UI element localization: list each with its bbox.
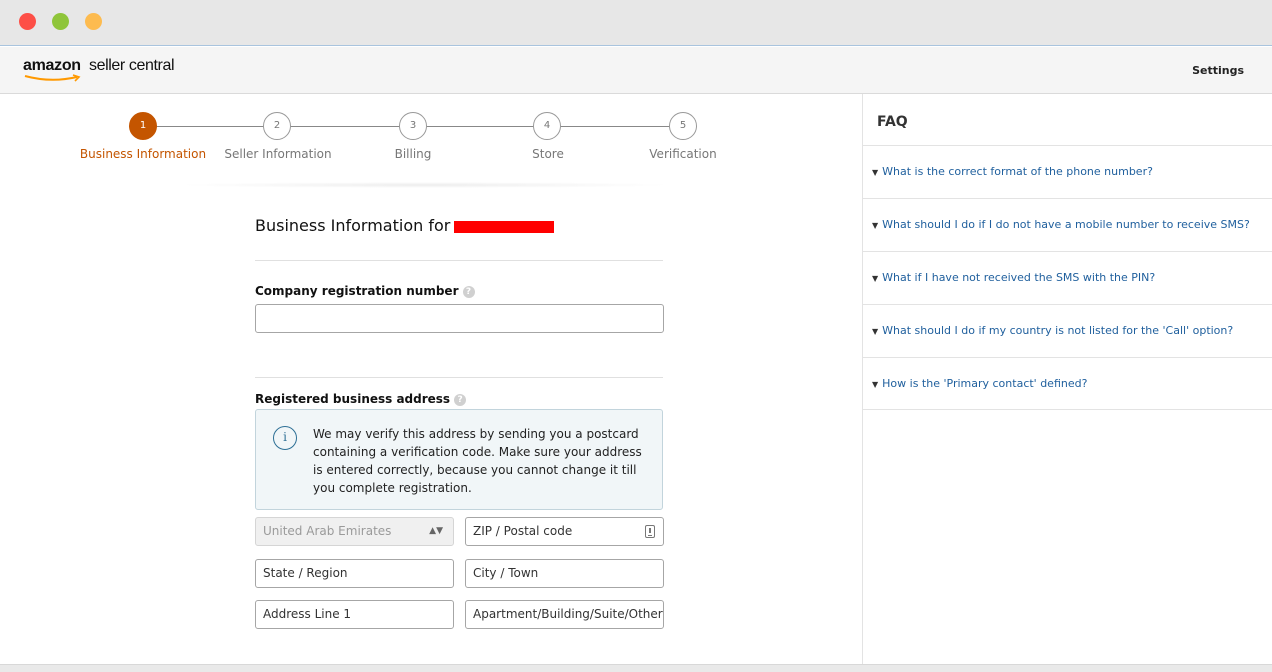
business-address-label: Registered business address? (255, 392, 467, 406)
logo-brand-text: amazon (23, 57, 81, 74)
city-town-input[interactable]: City / Town (465, 559, 664, 588)
step-1-label: Business Information (79, 147, 207, 161)
stepper-shadow (175, 182, 675, 188)
settings-link[interactable]: Settings (1192, 64, 1244, 77)
help-icon[interactable]: ? (454, 394, 467, 406)
step-1-circle[interactable]: 1 (129, 112, 157, 140)
info-icon: i (273, 426, 297, 450)
faq-item-text: What if I have not received the SMS with… (882, 271, 1156, 284)
help-icon[interactable]: ? (462, 286, 475, 298)
close-window-button[interactable] (19, 13, 36, 30)
address-info-box: i We may verify this address by sending … (255, 409, 663, 510)
business-address-label-text: Registered business address (255, 392, 451, 406)
faq-sidebar: FAQ ▼ What is the correct format of the p… (862, 94, 1272, 664)
chevron-down-icon: ▼ (872, 274, 879, 283)
address-line-1-input[interactable]: Address Line 1 (255, 600, 454, 629)
faq-item[interactable]: ▼ What should I do if I do not have a mob… (863, 198, 1272, 251)
page-title-text: Business Information for (255, 216, 451, 235)
minimize-window-button[interactable] (85, 13, 102, 30)
contact-card-icon (645, 525, 655, 538)
faq-item[interactable]: ▼ How is the 'Primary contact' defined? (863, 357, 1272, 410)
step-connector (561, 126, 669, 127)
chevron-down-icon: ▼ (872, 327, 879, 336)
maximize-window-button[interactable] (52, 13, 69, 30)
faq-item[interactable]: ▼ What if I have not received the SMS wit… (863, 251, 1272, 304)
zip-postal-code-input[interactable]: ZIP / Postal code (465, 517, 664, 546)
step-connector (291, 126, 399, 127)
address-info-text: We may verify this address by sending yo… (313, 427, 642, 495)
step-5-label: Verification (649, 147, 717, 161)
window-titlebar (0, 0, 1272, 46)
address-line-2-input[interactable]: Apartment/Building/Suite/Other (465, 600, 664, 629)
section-divider (255, 260, 663, 261)
step-3-circle: 3 (399, 112, 427, 140)
country-select-value: United Arab Emirates (263, 524, 392, 538)
company-registration-label: Company registration number? (255, 284, 475, 298)
main-content: 1 2 3 4 5 Business Information Seller In… (0, 94, 862, 664)
zip-postal-code-placeholder: ZIP / Postal code (473, 524, 573, 538)
browser-window: amazon seller central Settings 1 2 3 4 5… (0, 0, 1272, 672)
faq-item[interactable]: ▼ What should I do if my country is not l… (863, 304, 1272, 357)
step-connector (157, 126, 263, 127)
redacted-business-name (454, 220, 555, 233)
amazon-smile-icon (24, 74, 81, 82)
step-connector (427, 126, 533, 127)
step-3-label: Billing (394, 147, 432, 161)
window-bottom-bar (0, 664, 1272, 672)
app-header: amazon seller central Settings (0, 47, 1272, 94)
step-5-circle: 5 (669, 112, 697, 140)
chevron-down-icon: ▼ (872, 221, 879, 230)
section-divider (255, 377, 663, 378)
step-2-circle: 2 (263, 112, 291, 140)
chevron-down-icon: ▼ (872, 168, 879, 177)
faq-item[interactable]: ▼ What is the correct format of the phone… (863, 145, 1272, 198)
step-2-label: Seller Information (224, 147, 332, 161)
step-4-label: Store (532, 147, 564, 161)
logo-product-text: seller central (89, 57, 175, 74)
faq-item-text: What should I do if my country is not li… (882, 324, 1234, 337)
company-registration-label-text: Company registration number (255, 284, 459, 298)
step-4-circle: 4 (533, 112, 561, 140)
progress-stepper: 1 2 3 4 5 Business Information Seller In… (0, 94, 862, 194)
chevron-down-icon: ▼ (872, 380, 879, 389)
country-select[interactable]: United Arab Emirates ▲▼ (255, 517, 454, 546)
faq-item-text: What is the correct format of the phone … (882, 165, 1153, 178)
faq-item-text: How is the 'Primary contact' defined? (882, 377, 1088, 390)
faq-title: FAQ (877, 114, 908, 130)
page-title: Business Information for (255, 216, 555, 235)
select-arrows-icon: ▲▼ (429, 526, 443, 536)
state-region-input[interactable]: State / Region (255, 559, 454, 588)
company-registration-input[interactable] (255, 304, 664, 333)
faq-item-text: What should I do if I do not have a mobi… (882, 218, 1250, 231)
